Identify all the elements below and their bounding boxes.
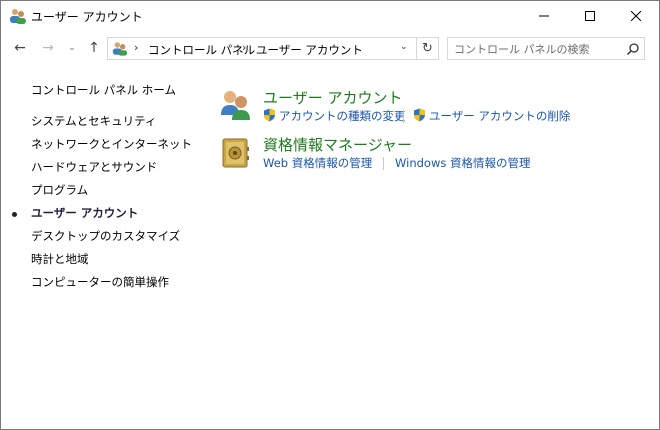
sidebar: コントロール パネル ホーム システムとセキュリティ ネットワークとインターネッ… [1,65,201,425]
users-icon [10,9,26,24]
current-item-bullet [12,212,17,217]
arrow-up-icon: ↑ [88,40,100,56]
breadcrumb-user-accounts[interactable]: ユーザー アカウント [256,42,363,58]
maximize-icon [585,11,595,21]
task-change-account-type[interactable]: アカウントの種類の変更 [279,108,406,124]
back-button[interactable]: ← [11,39,29,57]
task-separator [403,110,404,123]
window-title: ユーザー アカウント [31,10,143,24]
sidebar-item-system-security[interactable]: システムとセキュリティ [31,113,156,129]
breadcrumb-separator[interactable]: › [242,41,246,54]
recent-locations-button[interactable]: ⌄ [63,39,81,57]
breadcrumb-separator[interactable]: › [134,41,138,54]
task-manage-web-credentials[interactable]: Web 資格情報の管理 [263,155,372,171]
search-box[interactable] [447,37,645,60]
breadcrumb-control-panel[interactable]: コントロール パネル [148,42,255,58]
users-icon[interactable] [217,87,253,123]
search-icon[interactable] [626,42,640,56]
sidebar-item-ease-of-access[interactable]: コンピューターの簡単操作 [31,274,169,290]
credential-vault-icon[interactable] [217,135,253,171]
main-content: ユーザー アカウント アカウントの種類の変更 ユーザー アカウントの削除 資格情… [211,65,651,425]
minimize-button[interactable] [521,1,567,31]
uac-shield-icon [264,108,275,122]
sidebar-item-user-accounts[interactable]: ユーザー アカウント [31,205,138,221]
chevron-down-icon: ⌄ [68,43,76,53]
maximize-button[interactable] [567,1,613,31]
chevron-down-icon[interactable]: ⌄ [400,42,408,52]
close-icon [631,11,641,21]
sidebar-item-programs[interactable]: プログラム [31,182,88,198]
navigation-bar: ← → ⌄ ↑ › コントロール パネル › ユーザー アカウント ⌄ ↻ [1,31,659,65]
refresh-icon: ↻ [422,41,433,56]
title-bar: ユーザー アカウント [1,1,659,31]
category-title-credential-manager[interactable]: 資格情報マネージャー [263,134,412,155]
up-button[interactable]: ↑ [85,39,103,57]
sidebar-item-control-panel-home[interactable]: コントロール パネル ホーム [31,82,176,98]
sidebar-item-hardware-sound[interactable]: ハードウェアとサウンド [31,159,157,175]
sidebar-item-clock-region[interactable]: 時計と地域 [31,251,89,267]
forward-button[interactable]: → [39,39,57,57]
control-panel-window: ユーザー アカウント ← → ⌄ ↑ › コントロール パネル › ユーザー ア… [0,0,660,430]
arrow-right-icon: → [42,40,54,56]
minimize-icon [539,15,549,17]
close-button[interactable] [613,1,659,31]
task-remove-user-accounts[interactable]: ユーザー アカウントの削除 [429,108,570,124]
category-title-user-accounts[interactable]: ユーザー アカウント [263,87,402,108]
arrow-left-icon: ← [14,40,26,56]
address-bar[interactable]: › コントロール パネル › ユーザー アカウント ⌄ [107,37,417,60]
sidebar-item-network-internet[interactable]: ネットワークとインターネット [31,136,192,152]
refresh-button[interactable]: ↻ [417,37,439,60]
users-icon [112,42,128,56]
task-separator [383,157,384,170]
uac-shield-icon [414,108,425,122]
task-manage-windows-credentials[interactable]: Windows 資格情報の管理 [395,155,531,171]
search-input[interactable] [454,41,622,57]
sidebar-item-appearance[interactable]: デスクトップのカスタマイズ [31,228,180,244]
